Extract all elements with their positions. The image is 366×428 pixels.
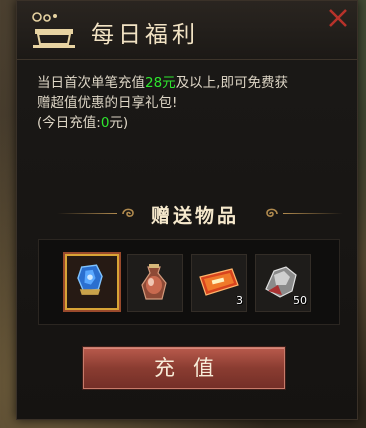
- item-quantity: 3: [236, 294, 243, 307]
- daily-welfare-dialog: 每日福利 当日首次单笔充值28元及以上,即可免费获 赠超值优惠的日享礼包! (今…: [16, 0, 358, 420]
- divider-right: [283, 213, 343, 214]
- reward-slot-4[interactable]: 50: [255, 254, 311, 312]
- desc-line1-prefix: 当日首次单笔充值: [37, 75, 145, 91]
- close-icon[interactable]: [327, 7, 349, 29]
- reward-slot-1[interactable]: [63, 252, 121, 312]
- description-text: 当日首次单笔充值28元及以上,即可免费获 赠超值优惠的日享礼包! (今日充值:0…: [37, 73, 349, 133]
- section-title: 赠送物品: [150, 205, 239, 227]
- divider-left: [57, 213, 117, 214]
- reward-items-panel: 3 50: [38, 239, 340, 325]
- blue-gem-icon: [77, 264, 103, 295]
- desc-line3-suffix: 元): [109, 115, 129, 131]
- desc-line3-prefix: (今日充值:: [37, 115, 101, 131]
- gift-chest-icon: [32, 12, 75, 48]
- reward-slot-2[interactable]: [127, 254, 183, 312]
- desc-line1-suffix: 及以上,即可免费获: [175, 75, 288, 91]
- potion-pouch-icon: [141, 264, 167, 300]
- item-quantity: 50: [293, 294, 307, 307]
- title-bar: 每日福利: [17, 1, 357, 60]
- reward-slot-3[interactable]: 3: [191, 254, 247, 312]
- rewards-header: 赠送物品: [57, 201, 343, 227]
- recharge-button[interactable]: 充值: [83, 347, 285, 389]
- swirl-ornament-icon: [122, 208, 134, 217]
- dialog-title: 每日福利: [91, 22, 199, 48]
- swirl-ornament-icon: [266, 208, 278, 217]
- desc-line2: 赠超值优惠的日享礼包!: [37, 95, 178, 111]
- recharge-threshold: 28元: [145, 75, 176, 91]
